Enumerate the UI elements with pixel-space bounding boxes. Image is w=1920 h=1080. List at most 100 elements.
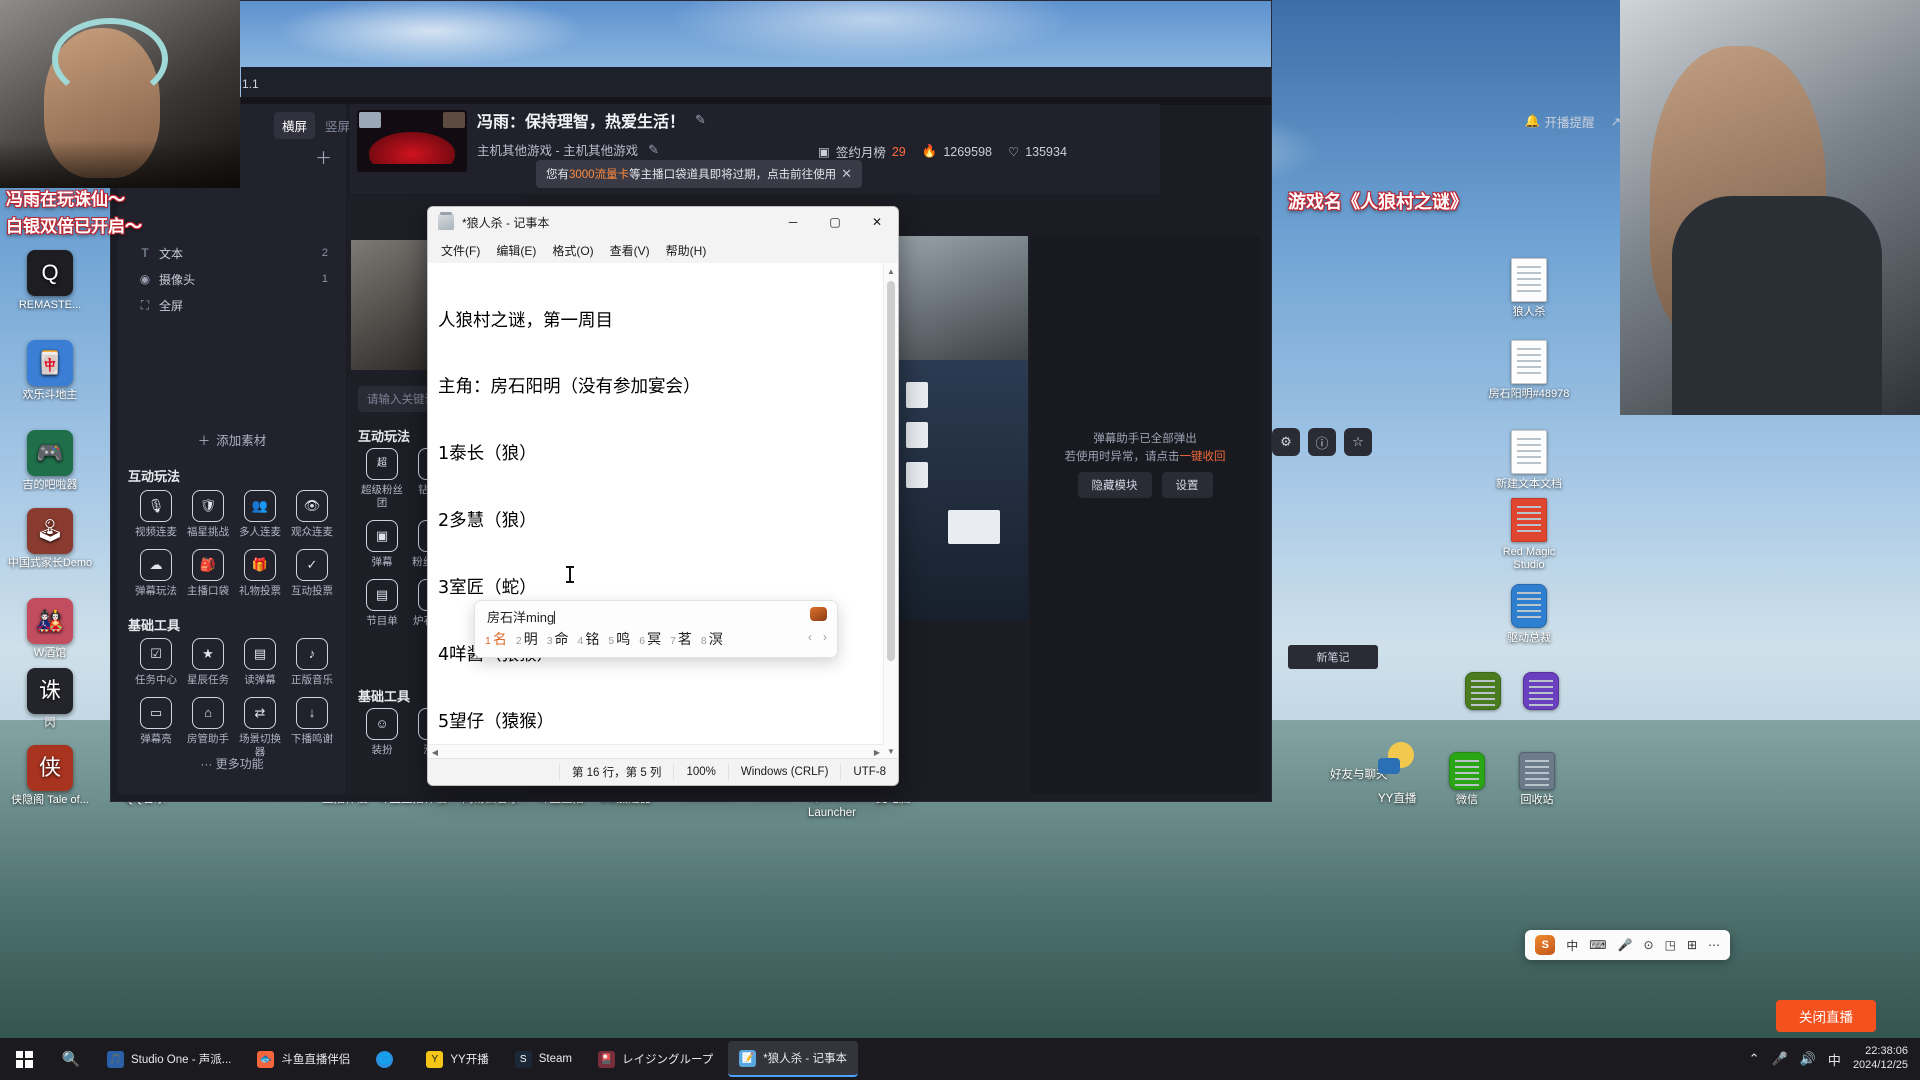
tool-task-center[interactable]: ☑ 任务中心	[130, 638, 182, 687]
ime-candidate[interactable]: 4铭	[578, 629, 600, 649]
desktop-icon[interactable]: 侠 侠隐阁 Tale of...	[4, 745, 96, 807]
tool-anchor-pocket[interactable]: 🎒 主播口袋	[182, 549, 234, 598]
taskbar-item-browser[interactable]: 🌐	[365, 1042, 411, 1076]
ime-mode-label[interactable]: 中	[1566, 937, 1578, 954]
menu-edit[interactable]: 编辑(E)	[489, 239, 543, 262]
desktop-icon[interactable]	[1498, 672, 1584, 714]
start-button[interactable]	[0, 1038, 48, 1080]
tool-barrage[interactable]: ▣ 弹幕	[356, 520, 408, 569]
ime-indicator[interactable]: 中	[1828, 1050, 1841, 1069]
edit-category-icon[interactable]: ✎	[648, 142, 659, 158]
tool-viewer-mic[interactable]: 👁 观众连麦	[286, 490, 338, 539]
chevron-up-icon[interactable]: ⌃	[1749, 1051, 1760, 1067]
ime-candidate[interactable]: 2明	[516, 629, 538, 649]
hide-modules-button[interactable]: 隐藏模块	[1077, 472, 1152, 498]
scroll-down-arrow[interactable]: ▼	[884, 743, 898, 759]
desktop-icon[interactable]: 回收站	[1494, 752, 1580, 807]
info-icon[interactable]: ⓘ	[1308, 428, 1336, 456]
taskbar-item-douyu-companion[interactable]: 🐟 斗鱼直播伴侣	[246, 1042, 361, 1076]
ime-candidate[interactable]: 7茗	[670, 629, 692, 649]
star-icon[interactable]: ☆	[1344, 428, 1372, 456]
tool-interactive-vote[interactable]: ✓ 互动投票	[286, 549, 338, 598]
list-item[interactable]: ◉ 摄像头 1	[128, 266, 336, 292]
microphone-icon[interactable]: 🎤	[1772, 1051, 1788, 1067]
tool-barrage-play[interactable]: ☁ 弹幕玩法	[130, 549, 182, 598]
minimize-button[interactable]: ─	[772, 207, 814, 237]
list-item[interactable]: ⛶ 全屏	[128, 292, 336, 318]
tab-portrait[interactable]: 竖屏	[317, 112, 358, 139]
remind-label[interactable]: 开播提醒	[1544, 112, 1594, 131]
clock[interactable]: 22:38:06 2024/12/25	[1853, 1045, 1908, 1073]
prev-page-icon[interactable]: ‹	[808, 630, 812, 644]
notepad-text-area[interactable]: 人狼村之谜，第一周目 主角：房石阳明（没有参加宴会） 1泰长（狼） 2多慧（狼）…	[428, 263, 898, 759]
taskbar-item-raging-loop[interactable]: 🎴 レイジングループ	[587, 1042, 724, 1076]
tool-program-list[interactable]: ▤ 节目单	[356, 579, 408, 628]
taskbar-item-studio-one[interactable]: 🎵 Studio One - 声派...	[96, 1042, 242, 1076]
circle-icon[interactable]: ⊙	[1644, 938, 1654, 952]
tool-music[interactable]: ♪ 正版音乐	[286, 638, 338, 687]
desktop-icon[interactable]: Red Magic Studio	[1486, 498, 1572, 572]
tool-decorate[interactable]: ☺ 装扮	[356, 708, 408, 757]
tool-room-admin[interactable]: ⌂ 房管助手	[182, 697, 234, 759]
menu-file[interactable]: 文件(F)	[434, 239, 487, 262]
next-page-icon[interactable]: ›	[823, 630, 827, 644]
ime-candidate[interactable]: 6冥	[639, 629, 661, 649]
panel-icon[interactable]: ◳	[1665, 938, 1676, 952]
scrollbar-thumb[interactable]	[887, 281, 895, 661]
menu-format[interactable]: 格式(O)	[545, 239, 600, 262]
search-icon[interactable]: 🔍	[48, 1038, 94, 1080]
ime-candidate[interactable]: 1名	[485, 629, 507, 649]
vertical-scrollbar[interactable]: ▲ ▼	[883, 263, 898, 759]
add-source-button[interactable]: ＋ 添加素材	[128, 425, 336, 453]
mic-icon[interactable]: 🎤	[1618, 938, 1633, 952]
settings-button[interactable]: 设置	[1161, 472, 1213, 498]
desktop-icon[interactable]: Q REMASTE...	[4, 250, 96, 312]
tool-barrage-light[interactable]: ▭ 弹幕亮	[130, 697, 182, 759]
desktop-icon[interactable]: 房石阳明#48978	[1486, 340, 1572, 401]
new-note-button[interactable]: 新笔记	[1288, 645, 1378, 669]
add-scene-icon[interactable]: ＋	[315, 144, 332, 169]
ime-candidate[interactable]: 5鸣	[608, 629, 630, 649]
list-item[interactable]: T 文本 2	[128, 240, 336, 266]
tool-super-fan[interactable]: 超超级粉丝团	[356, 448, 408, 510]
more-icon[interactable]: ⋯	[1708, 938, 1720, 952]
close-button[interactable]: ✕	[856, 207, 898, 237]
taskbar-item-steam[interactable]: S Steam	[504, 1042, 583, 1076]
volume-icon[interactable]: 🔊	[1800, 1051, 1816, 1067]
edit-title-icon[interactable]: ✎	[695, 112, 706, 128]
desktop-icon[interactable]: 🎎 W酒馆	[4, 598, 96, 660]
stop-stream-button[interactable]: 关闭直播	[1776, 1000, 1876, 1032]
tool-multi-mic[interactable]: 👥 多人连麦	[234, 490, 286, 539]
tool-video-mic[interactable]: 🎙 视频连麦	[130, 490, 182, 539]
desktop-icon[interactable]: 🎮 吉的吧啦器	[4, 430, 96, 492]
notepad-titlebar[interactable]: *狼人杀 - 记事本 ─ ▢ ✕	[428, 207, 898, 237]
barrage-recall-link[interactable]: 一键收回	[1180, 451, 1226, 463]
tool-read-barrage[interactable]: ▤ 读弹幕	[234, 638, 286, 687]
stream-thumbnail[interactable]	[357, 110, 467, 172]
tool-lucky-challenge[interactable]: 🛡 福星挑战	[182, 490, 234, 539]
desktop-icon[interactable]: 🕹 中国式家长Demo	[4, 508, 96, 570]
toast-close-icon[interactable]: ✕	[841, 166, 852, 182]
gear-icon[interactable]: ⚙	[1272, 428, 1300, 456]
maximize-button[interactable]: ▢	[814, 207, 856, 237]
menu-help[interactable]: 帮助(H)	[659, 239, 714, 262]
ime-candidate[interactable]: 3命	[547, 629, 569, 649]
scroll-up-arrow[interactable]: ▲	[884, 263, 898, 279]
tool-thanks[interactable]: ↓ 下播鸣谢	[286, 697, 338, 759]
desktop-icon[interactable]: 🀄 欢乐斗地主	[4, 340, 96, 402]
tool-scene-switch[interactable]: ⇄ 场景切换器	[234, 697, 286, 759]
keyboard-icon[interactable]: ⌨	[1589, 938, 1606, 952]
desktop-icon[interactable]: 新建文本文档	[1486, 430, 1572, 491]
menu-view[interactable]: 查看(V)	[603, 239, 657, 262]
horizontal-scrollbar[interactable]: ◀ ▶	[428, 744, 884, 759]
bell-icon[interactable]: 🔔	[1525, 114, 1541, 129]
desktop-icon[interactable]: 狼人杀	[1486, 258, 1572, 319]
taskbar-item-yy[interactable]: Y YY开播	[415, 1042, 499, 1076]
sogou-logo-icon[interactable]: S	[1535, 935, 1556, 955]
ime-candidate[interactable]: 8溟	[701, 629, 723, 649]
desktop-icon[interactable]: 诛 閃	[4, 668, 96, 730]
desktop-icon[interactable]: 驱动总裁	[1486, 584, 1572, 645]
tab-landscape[interactable]: 横屏	[274, 112, 316, 139]
taskbar-item-notepad[interactable]: 📝 *狼人杀 - 记事本	[728, 1041, 858, 1077]
scroll-right-arrow[interactable]: ▶	[870, 745, 884, 759]
